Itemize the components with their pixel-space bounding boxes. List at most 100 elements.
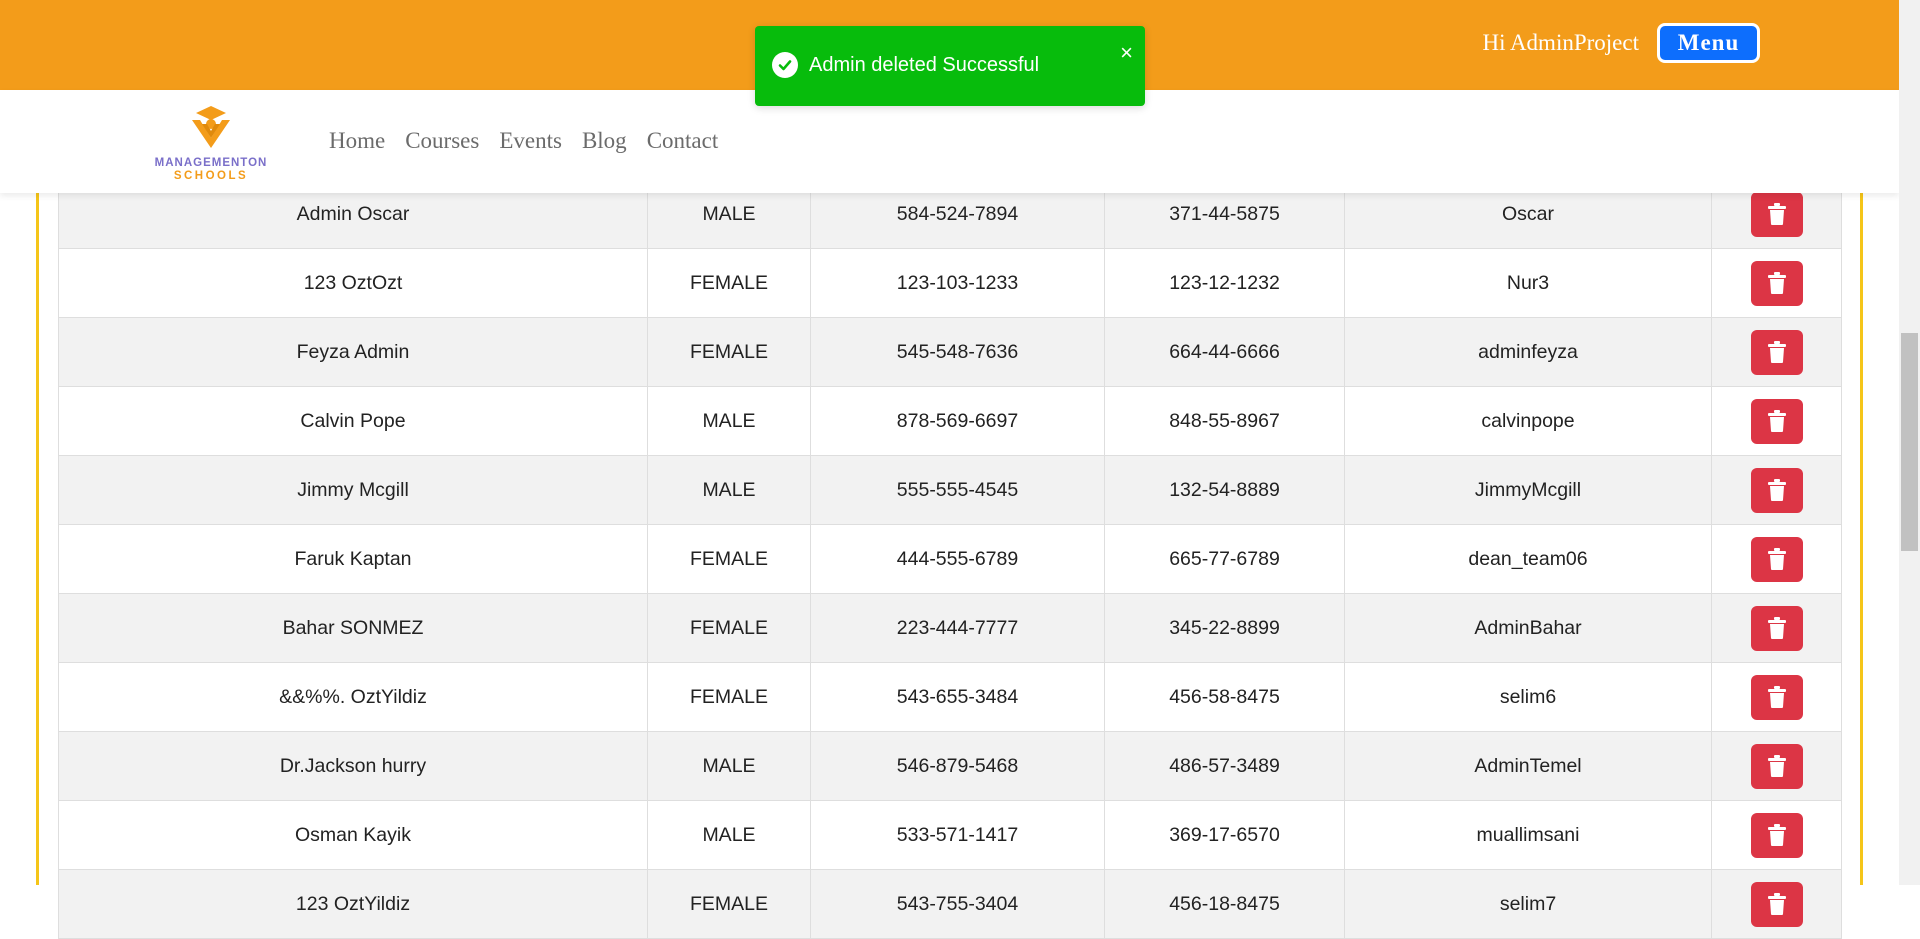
admin-ssn: 123-12-1232 (1105, 249, 1345, 317)
table-row: Bahar SONMEZ FEMALE 223-444-7777 345-22-889… (59, 594, 1841, 663)
admin-name: Bahar SONMEZ (59, 594, 648, 662)
admin-phone: 543-655-3484 (811, 663, 1105, 731)
content-frame-right-border (1860, 185, 1863, 885)
admin-name: Dr.Jackson hurry (59, 732, 648, 800)
admin-ssn: 486-57-3489 (1105, 732, 1345, 800)
delete-admin-button[interactable] (1750, 260, 1803, 306)
table-row: Osman Kayik MALE 533-571-1417 369-17-6570 mu… (59, 801, 1841, 870)
table-row: Dr.Jackson hurry MALE 546-879-5468 486-57-3… (59, 732, 1841, 801)
row-actions (1712, 456, 1841, 524)
logo-text-line2: SCHOOLS (173, 170, 249, 182)
admin-name: &&%%. OztYildiz (59, 663, 648, 731)
admin-username: adminfeyza (1345, 318, 1712, 386)
admin-phone: 533-571-1417 (811, 801, 1105, 869)
admin-username: calvinpope (1345, 387, 1712, 455)
delete-admin-button[interactable] (1750, 398, 1803, 444)
trash-icon (1767, 410, 1786, 432)
row-actions (1712, 870, 1841, 938)
table-row: Feyza Admin FEMALE 545-548-7636 664-44-6666… (59, 318, 1841, 387)
admin-phone: 444-555-6789 (811, 525, 1105, 593)
delete-admin-button[interactable] (1750, 191, 1803, 237)
success-toast: Admin deleted Successful × (755, 26, 1145, 106)
scrollbar-thumb[interactable] (1901, 333, 1918, 551)
close-icon[interactable]: × (1120, 42, 1133, 64)
admin-ssn: 456-18-8475 (1105, 870, 1345, 938)
delete-admin-button[interactable] (1750, 743, 1803, 789)
row-actions (1712, 525, 1841, 593)
admin-name: Calvin Pope (59, 387, 648, 455)
logo-text-line1: MANAGEMENTON (154, 157, 268, 169)
nav-home[interactable]: Home (329, 128, 385, 154)
nav-links: Home Courses Events Blog Contact (329, 128, 718, 154)
admin-gender: MALE (648, 387, 811, 455)
admin-name: Faruk Kaptan (59, 525, 648, 593)
admin-username: dean_team06 (1345, 525, 1712, 593)
admin-phone: 223-444-7777 (811, 594, 1105, 662)
site-logo[interactable]: MANAGEMENTON SCHOOLS (146, 102, 276, 182)
table-row: 123 OztOzt FEMALE 123-103-1233 123-12-1232 N… (59, 249, 1841, 318)
nav-contact[interactable]: Contact (647, 128, 719, 154)
toast-message: Admin deleted Successful (809, 54, 1040, 76)
admin-gender: FEMALE (648, 594, 811, 662)
trash-icon (1767, 686, 1786, 708)
admin-ssn: 132-54-8889 (1105, 456, 1345, 524)
trash-icon (1767, 203, 1786, 225)
table-row: &&%%. OztYildiz FEMALE 543-655-3484 456-58-… (59, 663, 1841, 732)
admin-gender: MALE (648, 801, 811, 869)
admin-gender: FEMALE (648, 318, 811, 386)
admin-ssn: 369-17-6570 (1105, 801, 1345, 869)
admin-phone: 543-755-3404 (811, 870, 1105, 938)
trash-icon (1767, 272, 1786, 294)
admin-gender: MALE (648, 456, 811, 524)
delete-admin-button[interactable] (1750, 467, 1803, 513)
admin-phone: 545-548-7636 (811, 318, 1105, 386)
admin-phone: 546-879-5468 (811, 732, 1105, 800)
row-actions (1712, 318, 1841, 386)
admin-gender: FEMALE (648, 249, 811, 317)
delete-admin-button[interactable] (1750, 536, 1803, 582)
admin-gender: FEMALE (648, 525, 811, 593)
row-actions (1712, 663, 1841, 731)
admin-name: Feyza Admin (59, 318, 648, 386)
table-row: 123 OztYildiz FEMALE 543-755-3404 456-18-84… (59, 870, 1841, 939)
check-circle-icon (772, 52, 798, 78)
admin-gender: FEMALE (648, 663, 811, 731)
trash-icon (1767, 893, 1786, 915)
admin-gender: MALE (648, 732, 811, 800)
nav-events[interactable]: Events (499, 128, 562, 154)
trash-icon (1767, 617, 1786, 639)
admin-ssn: 664-44-6666 (1105, 318, 1345, 386)
row-actions (1712, 732, 1841, 800)
admin-name: 123 OztYildiz (59, 870, 648, 938)
trash-icon (1767, 479, 1786, 501)
delete-admin-button[interactable] (1750, 812, 1803, 858)
admin-ssn: 456-58-8475 (1105, 663, 1345, 731)
admin-ssn: 848-55-8967 (1105, 387, 1345, 455)
user-greeting: Hi AdminProject (1482, 30, 1639, 55)
row-actions (1712, 801, 1841, 869)
admin-username: JimmyMcgill (1345, 456, 1712, 524)
row-actions (1712, 594, 1841, 662)
admin-table: Admin Oscar MALE 584-524-7894 371-44-5875 Os… (58, 180, 1842, 939)
table-row: Faruk Kaptan FEMALE 444-555-6789 665-77-678… (59, 525, 1841, 594)
menu-button[interactable]: Menu (1657, 23, 1760, 63)
admin-username: muallimsani (1345, 801, 1712, 869)
nav-courses[interactable]: Courses (405, 128, 479, 154)
delete-admin-button[interactable] (1750, 329, 1803, 375)
admin-name: Jimmy Mcgill (59, 456, 648, 524)
admin-ssn: 665-77-6789 (1105, 525, 1345, 593)
admin-gender: FEMALE (648, 870, 811, 938)
admin-name: Osman Kayik (59, 801, 648, 869)
delete-admin-button[interactable] (1750, 881, 1803, 927)
admin-username: AdminBahar (1345, 594, 1712, 662)
admin-username: selim7 (1345, 870, 1712, 938)
nav-blog[interactable]: Blog (582, 128, 627, 154)
admin-name: 123 OztOzt (59, 249, 648, 317)
row-actions (1712, 249, 1841, 317)
delete-admin-button[interactable] (1750, 674, 1803, 720)
content-frame-left-border (36, 185, 39, 885)
row-actions (1712, 387, 1841, 455)
delete-admin-button[interactable] (1750, 605, 1803, 651)
trash-icon (1767, 341, 1786, 363)
admin-ssn: 345-22-8899 (1105, 594, 1345, 662)
